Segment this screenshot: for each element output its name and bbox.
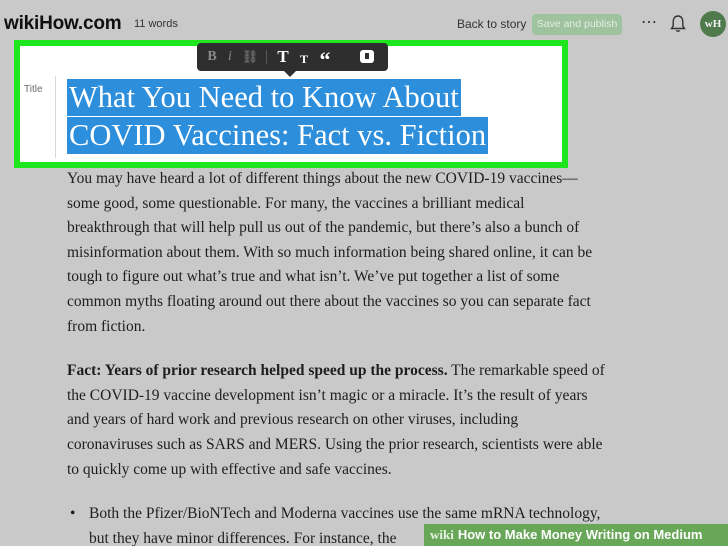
back-to-story-link[interactable]: Back to story [457, 17, 526, 31]
formatting-toolbar: B i ⛓ T T “ [197, 43, 388, 77]
story-title[interactable]: What You Need to Know About COVID Vaccin… [67, 78, 547, 154]
more-horizontal-icon[interactable]: ⋯ [641, 14, 657, 32]
story-body[interactable]: You may have heard a lot of different th… [67, 167, 607, 546]
fact-paragraph[interactable]: Fact: Years of prior research helped spe… [67, 359, 607, 482]
toolbar-divider [266, 50, 267, 64]
avatar[interactable]: wH [700, 11, 726, 37]
italic-button[interactable]: i [223, 43, 237, 71]
bell-icon[interactable] [670, 14, 686, 34]
bell-icon-graphic [670, 15, 686, 32]
big-heading-button[interactable]: T [274, 43, 292, 71]
wikihow-watermark: wiki How to Make Money Writing on Medium [424, 524, 728, 546]
quote-icon[interactable]: “ [315, 46, 335, 74]
fact-heading: Fact: Years of prior research helped spe… [67, 362, 448, 380]
watermark-text: How to Make Money Writing on Medium [457, 527, 703, 542]
fact-body: The remarkable speed of the COVID-19 vac… [67, 362, 605, 478]
title-line-1[interactable]: What You Need to Know About [67, 79, 461, 116]
title-line-2[interactable]: COVID Vaccines: Fact vs. Fiction [67, 117, 489, 154]
link-icon[interactable]: ⛓ [241, 43, 259, 71]
private-note-icon[interactable] [360, 50, 374, 63]
watermark-logo: wiki [430, 527, 454, 542]
small-heading-button[interactable]: T [296, 45, 312, 73]
title-field-label: Title [24, 84, 43, 95]
title-guide-line [55, 76, 56, 158]
save-and-publish-button[interactable]: Save and publish [532, 14, 622, 35]
intro-paragraph[interactable]: You may have heard a lot of different th… [67, 167, 607, 339]
word-count: 11 words [134, 18, 178, 30]
brand-logo[interactable]: wikiHow.com [4, 13, 122, 35]
bold-button[interactable]: B [205, 43, 219, 71]
